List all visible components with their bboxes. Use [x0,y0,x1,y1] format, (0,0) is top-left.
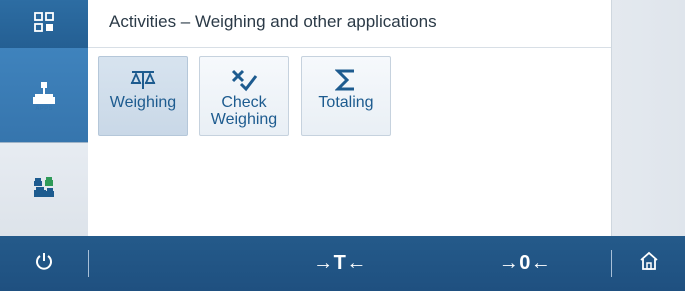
activity-check-weighing-label: Check Weighing [210,94,278,128]
power-button[interactable] [0,236,88,291]
tare-button[interactable]: →T← [290,236,390,291]
header: Activities – Weighing and other applicat… [88,0,611,48]
sidebar-divider [0,142,88,143]
apps-button[interactable]: APPS [0,48,88,142]
activities-panel: Weighing Check Weighing Totaling [88,48,611,236]
activity-totaling-label: Totaling [318,94,374,111]
apps-label: APPS [35,106,53,112]
sidebar: APPS [0,0,88,236]
activity-weighing[interactable]: Weighing [98,56,188,136]
page-title: Activities – Weighing and other applicat… [109,12,437,31]
activity-totaling[interactable]: Totaling [301,56,391,136]
test-weights-icon [32,176,56,203]
home-icon [638,250,660,277]
activity-weighing-label: Weighing [109,94,177,111]
sigma-icon [335,66,357,94]
test-weights-button[interactable] [0,142,88,236]
activity-check-weighing[interactable]: Check Weighing [199,56,289,136]
power-icon [34,251,54,276]
home-button[interactable] [612,236,685,291]
bottom-divider-left [88,250,89,277]
balance-icon [130,66,156,94]
grid-menu-icon [34,11,54,37]
right-panel [611,0,685,236]
menu-button[interactable] [0,0,88,48]
bottom-bar: →T← →0← [0,236,685,291]
check-weighing-icon [230,66,258,94]
tare-label: →T← [313,252,367,274]
zero-label: →0← [498,252,552,274]
zero-button[interactable]: →0← [475,236,575,291]
